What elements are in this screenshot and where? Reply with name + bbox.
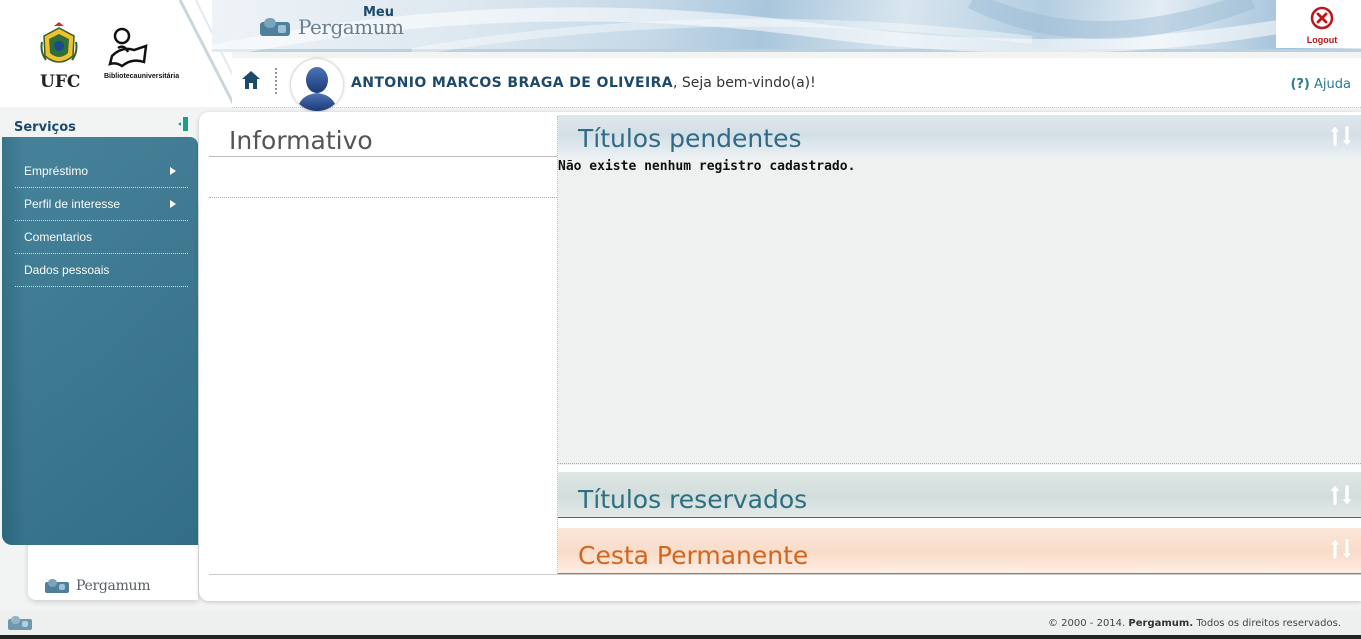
ufc-crest-icon — [40, 22, 78, 63]
pergamum-scroll-icon — [8, 616, 32, 630]
sidebar-item-emprestimo[interactable]: Empréstimo — [15, 155, 188, 188]
pending-header: Títulos pendentes — [558, 115, 1361, 157]
sidebar-title: Serviços — [14, 120, 76, 135]
sort-arrows-icon[interactable] — [1327, 537, 1355, 561]
sort-arrows-icon[interactable] — [1327, 483, 1355, 507]
footer-logo — [7, 615, 33, 635]
sidebar-item-label: Comentarios — [24, 230, 93, 244]
copyright: © 2000 - 2014. Pergamum. Todos os direit… — [1048, 618, 1341, 629]
user-name: ANTONIO MARCOS BRAGA DE OLIVEIRA — [351, 75, 673, 91]
home-separator — [275, 68, 277, 94]
logout-icon — [1310, 6, 1334, 30]
sort-arrows-icon[interactable] — [1327, 124, 1355, 148]
footer-bottom-line — [0, 635, 1361, 639]
panel-bottom-rule — [209, 574, 1361, 575]
collapse-handle-icon — [178, 117, 188, 131]
basket-header: Cesta Permanente — [558, 528, 1361, 574]
info-panel — [209, 117, 557, 574]
info-divider — [209, 197, 557, 198]
pending-bottom-rule — [558, 463, 1361, 464]
pergamum-logo[interactable]: Pergamum — [258, 15, 404, 39]
user-avatar-icon — [297, 67, 337, 111]
sidebar-item-label: Dados pessoais — [24, 263, 110, 277]
sidebar-item-dados-pessoais[interactable]: Dados pessoais — [15, 254, 188, 287]
copyright-rights: Todos os direitos reservados. — [1196, 618, 1341, 629]
sidebar-item-label: Empréstimo — [24, 164, 89, 178]
help-link[interactable]: (?) Ajuda — [1290, 77, 1351, 92]
pending-title: Títulos pendentes — [578, 124, 802, 153]
welcome-suffix: , Seja bem-vindo(a)! — [672, 75, 816, 91]
basket-title: Cesta Permanente — [578, 541, 809, 570]
submenu-arrow-icon — [170, 200, 176, 208]
sidebar-item-comentarios[interactable]: Comentarios — [15, 221, 188, 254]
library-reader-icon — [108, 27, 148, 68]
welcome-message: ANTONIO MARCOS BRAGA DE OLIVEIRA, Seja b… — [351, 75, 816, 91]
reserved-header: Títulos reservados — [558, 472, 1361, 518]
pergamum-scroll-icon — [260, 18, 290, 36]
home-button[interactable] — [241, 70, 261, 94]
sidebar-menu: Empréstimo Perfil de interesse Comentari… — [2, 137, 198, 545]
sidebar-item-perfil-de-interesse[interactable]: Perfil de interesse — [15, 188, 188, 221]
pergamum-logo-bottom: Pergamum — [44, 578, 151, 594]
sidebar-collapse-button[interactable] — [178, 116, 190, 131]
copyright-years: © 2000 - 2014. — [1047, 618, 1126, 629]
info-title-rule — [209, 156, 557, 157]
sidebar-item-label: Perfil de interesse — [24, 197, 121, 211]
ufc-label: UFC — [40, 72, 81, 92]
pergamum-brand: Pergamum — [298, 15, 404, 39]
library-logo-text: Bibliotecauniversitária — [104, 73, 180, 80]
submenu-arrow-icon — [170, 167, 176, 175]
help-label: Ajuda — [1314, 77, 1351, 92]
pergamum-brand: Pergamum — [76, 578, 151, 594]
empty-message: Não existe nenhum registro cadastrado. — [558, 159, 856, 174]
logout-button[interactable]: Logout — [1304, 6, 1340, 45]
logout-label: Logout — [1306, 35, 1338, 45]
home-icon — [242, 71, 260, 89]
avatar — [291, 59, 343, 111]
pergamum-scroll-icon — [45, 579, 69, 593]
copyright-brand: Pergamum. — [1128, 618, 1194, 629]
reserved-title: Títulos reservados — [578, 485, 808, 514]
info-title: Informativo — [229, 126, 373, 155]
help-icon: (?) — [1290, 77, 1310, 92]
